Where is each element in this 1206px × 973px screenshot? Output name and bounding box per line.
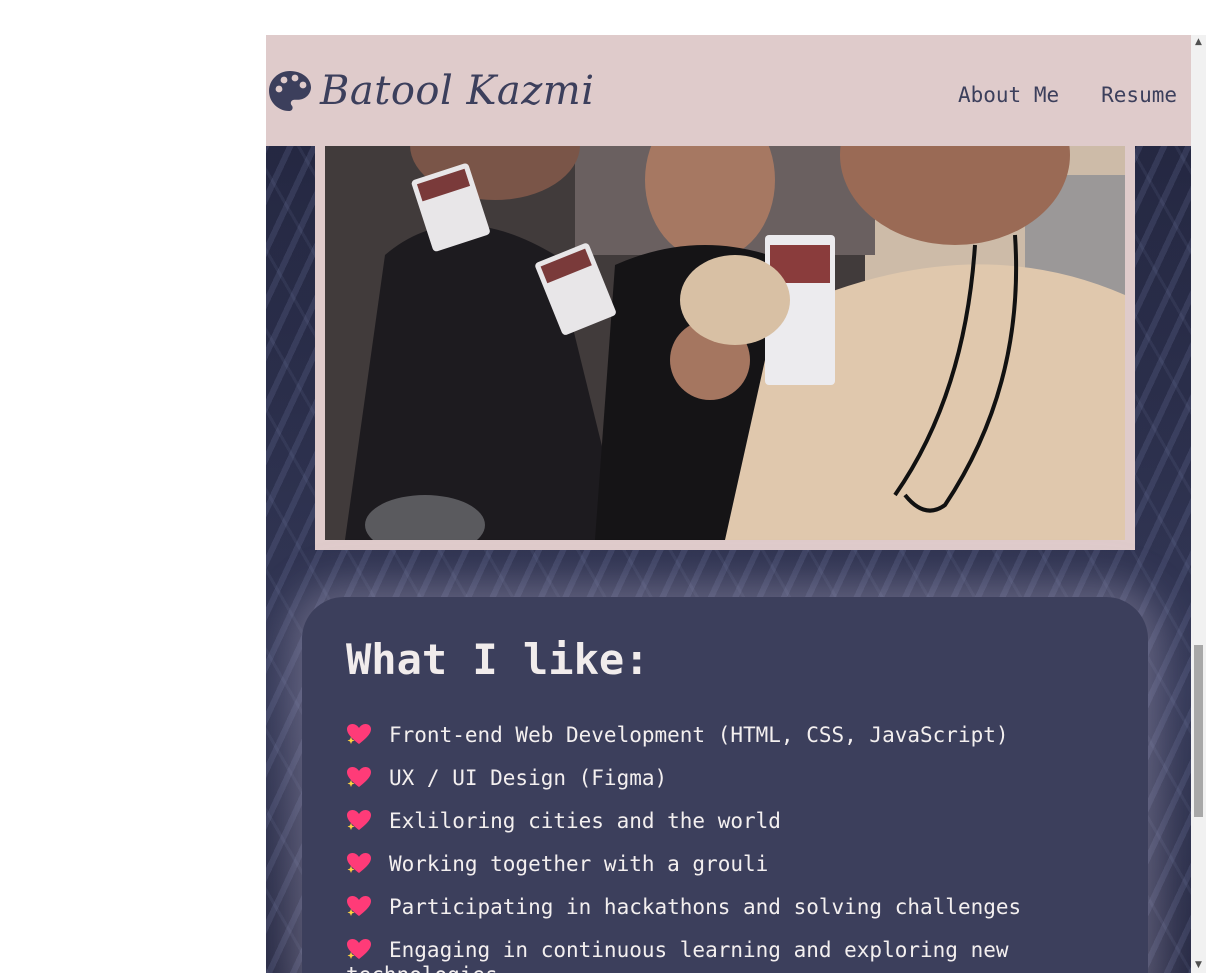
- palette-icon: [269, 70, 311, 111]
- scrollbar-thumb[interactable]: [1194, 645, 1203, 817]
- like-text: Participating in hackathons and solving …: [389, 895, 1022, 919]
- photo-illustration: [325, 135, 1125, 540]
- navbar: Batool Kazmi About Me Resume: [266, 35, 1191, 146]
- scroll-up-arrow-icon[interactable]: ▲: [1191, 35, 1206, 50]
- hackathon-photo: [325, 135, 1125, 540]
- vertical-scrollbar[interactable]: ▲ ▼: [1191, 35, 1206, 973]
- sparkling-heart-icon: [347, 939, 371, 959]
- scroll-down-arrow-icon[interactable]: ▼: [1191, 958, 1206, 973]
- list-item: Working together with a grouli: [346, 852, 1106, 895]
- like-text: UX / UI Design (Figma): [389, 766, 668, 790]
- sparkling-heart-icon: [347, 810, 371, 830]
- like-text: Front-end Web Development (HTML, CSS, Ja…: [389, 723, 1009, 747]
- browser-viewport: Batool Kazmi About Me Resume What I like…: [266, 35, 1206, 973]
- like-text: Engaging in continuous learning and expl…: [346, 938, 1009, 973]
- likes-list: Front-end Web Development (HTML, CSS, Ja…: [346, 723, 1106, 973]
- nav-resume-link[interactable]: Resume: [1101, 83, 1177, 107]
- list-item: Exliloring cities and the world: [346, 809, 1106, 852]
- nav-about-me-link[interactable]: About Me: [958, 83, 1059, 107]
- sparkling-heart-icon: [347, 767, 371, 787]
- sparkling-heart-icon: [347, 724, 371, 744]
- list-item: Front-end Web Development (HTML, CSS, Ja…: [346, 723, 1106, 766]
- brand-name: Batool Kazmi: [320, 67, 595, 114]
- nav-links: About Me Resume: [958, 83, 1177, 107]
- sparkling-heart-icon: [347, 896, 371, 916]
- likes-card: What I like: Front-end Web Development (…: [302, 597, 1148, 973]
- list-item: Participating in hackathons and solving …: [346, 895, 1106, 938]
- brand[interactable]: Batool Kazmi: [268, 68, 595, 114]
- sparkling-heart-icon: [347, 853, 371, 873]
- like-text: Exliloring cities and the world: [389, 809, 781, 833]
- likes-title: What I like:: [346, 635, 650, 684]
- list-item: UX / UI Design (Figma): [346, 766, 1106, 809]
- photo-frame: [315, 135, 1135, 550]
- list-item: Engaging in continuous learning and expl…: [346, 938, 1106, 973]
- like-text: Working together with a grouli: [389, 852, 769, 876]
